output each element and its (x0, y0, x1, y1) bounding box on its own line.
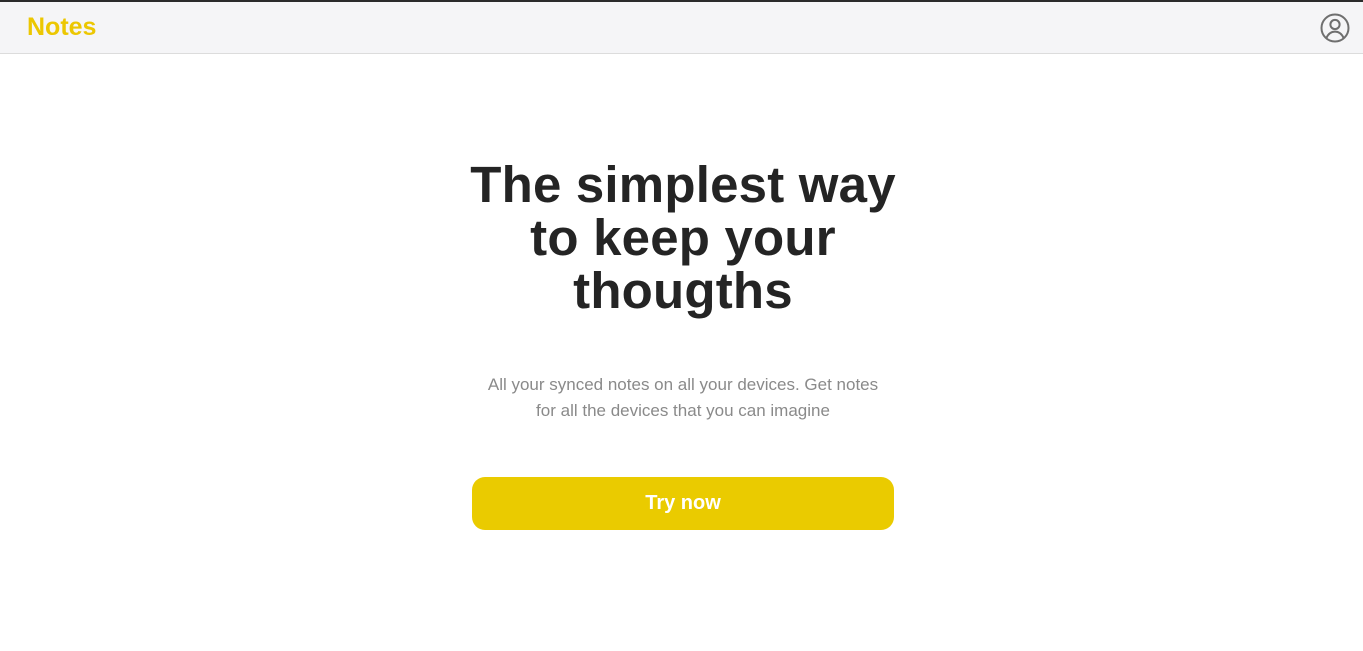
hero-headline: The simplest way to keep your thougths (431, 158, 935, 317)
headline-line: The simplest way (470, 156, 896, 213)
user-circle-icon (1320, 13, 1350, 43)
account-button[interactable] (1319, 12, 1351, 44)
subtext-line: for all the devices that you can imagine (536, 401, 830, 420)
try-now-button[interactable]: Try now (472, 477, 894, 530)
top-header: Notes (0, 2, 1363, 54)
brand-logo-link[interactable]: Notes (27, 13, 96, 41)
headline-line: thougths (573, 262, 793, 319)
hero-subtext: All your synced notes on all your device… (476, 372, 890, 424)
subtext-line: All your synced notes on all your device… (487, 375, 879, 394)
headline-line: to keep your (530, 209, 836, 266)
